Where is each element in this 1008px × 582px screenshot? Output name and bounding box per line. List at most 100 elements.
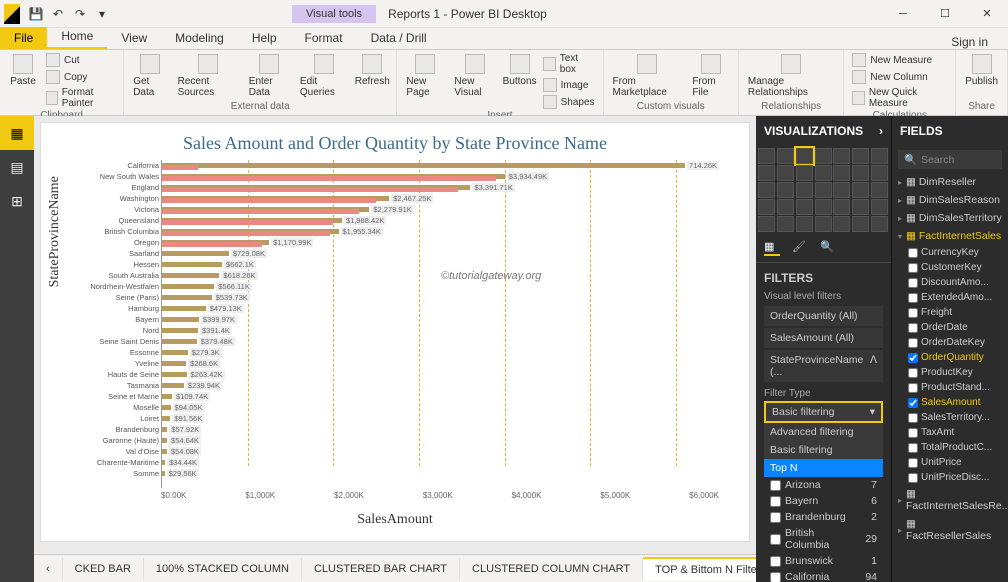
bar-sales[interactable] xyxy=(162,251,229,256)
field-table[interactable]: ▦ DimSalesTerritory xyxy=(892,209,1008,227)
bar-sales[interactable] xyxy=(162,163,685,168)
fields-search-input[interactable]: 🔍 Search xyxy=(898,150,1002,169)
textbox-button[interactable]: Text box xyxy=(541,52,597,76)
viz-type-0[interactable] xyxy=(758,148,775,164)
refresh-button[interactable]: Refresh xyxy=(354,52,390,89)
bar-sales[interactable] xyxy=(162,427,167,432)
filter-value-checkbox[interactable] xyxy=(770,512,781,523)
viz-type-33[interactable] xyxy=(852,216,869,232)
viz-type-20[interactable] xyxy=(871,182,888,198)
viz-type-2[interactable] xyxy=(796,148,813,164)
viz-type-19[interactable] xyxy=(852,182,869,198)
bar-qty[interactable] xyxy=(162,187,458,192)
field-item[interactable]: SalesTerritory... xyxy=(892,410,1008,425)
fields-header[interactable]: FIELDS xyxy=(892,116,1008,146)
save-icon[interactable]: 💾 xyxy=(26,4,46,24)
field-item[interactable]: UnitPriceDisc... xyxy=(892,470,1008,485)
copy-button[interactable]: Copy xyxy=(44,69,117,85)
filter-value-checkbox[interactable] xyxy=(770,534,781,545)
page-tab[interactable]: 100% STACKED COLUMN xyxy=(144,558,302,580)
filter-item[interactable]: SalesAmount (All) xyxy=(764,328,883,348)
field-checkbox[interactable] xyxy=(908,458,918,468)
redo-icon[interactable]: ↷ xyxy=(70,4,90,24)
viz-type-23[interactable] xyxy=(796,199,813,215)
field-item[interactable]: CurrencyKey xyxy=(892,245,1008,260)
get-data-button[interactable]: Get Data xyxy=(130,52,170,100)
bar-sales[interactable] xyxy=(162,306,206,311)
field-checkbox[interactable] xyxy=(908,263,918,273)
field-checkbox[interactable] xyxy=(908,338,918,348)
tab-modeling[interactable]: Modeling xyxy=(161,27,238,49)
viz-type-12[interactable] xyxy=(852,165,869,181)
field-checkbox[interactable] xyxy=(908,293,918,303)
bar-sales[interactable] xyxy=(162,405,171,410)
bar-sales[interactable] xyxy=(162,394,172,399)
viz-type-28[interactable] xyxy=(758,216,775,232)
filter-value-checkbox[interactable] xyxy=(770,556,781,567)
viz-type-5[interactable] xyxy=(852,148,869,164)
viz-type-6[interactable] xyxy=(871,148,888,164)
viz-type-16[interactable] xyxy=(796,182,813,198)
filter-value-row[interactable]: Brandenburg2 xyxy=(764,509,883,525)
field-item[interactable]: DiscountAmo... xyxy=(892,275,1008,290)
report-canvas[interactable]: Sales Amount and Order Quantity by State… xyxy=(34,116,756,582)
field-checkbox[interactable] xyxy=(908,413,918,423)
filter-item[interactable]: StateProvinceName (...ᐱ xyxy=(764,350,883,382)
format-painter-button[interactable]: Format Painter xyxy=(44,86,117,110)
field-checkbox[interactable] xyxy=(908,308,918,318)
field-item[interactable]: TotalProductC... xyxy=(892,440,1008,455)
bar-sales[interactable] xyxy=(162,372,187,377)
filter-value-row[interactable]: Bayern6 xyxy=(764,493,883,509)
report-view-icon[interactable]: ▦ xyxy=(0,116,34,150)
viz-type-24[interactable] xyxy=(815,199,832,215)
bar-sales[interactable] xyxy=(162,471,165,476)
qa-dropdown[interactable]: ▾ xyxy=(92,4,112,24)
field-checkbox[interactable] xyxy=(908,368,918,378)
viz-type-9[interactable] xyxy=(796,165,813,181)
filter-value-row[interactable]: California94 xyxy=(764,569,883,582)
maximize-icon[interactable]: ☐ xyxy=(924,0,966,28)
viz-type-18[interactable] xyxy=(833,182,850,198)
visualizations-header[interactable]: VISUALIZATIONS› xyxy=(756,116,891,146)
page-nav-prev[interactable]: ‹ xyxy=(34,558,63,580)
filter-value-row[interactable]: British Columbia29 xyxy=(764,525,883,553)
data-view-icon[interactable]: ▤ xyxy=(0,150,34,184)
field-table[interactable]: ▦ DimSalesReason xyxy=(892,191,1008,209)
viz-type-34[interactable] xyxy=(871,216,888,232)
viz-type-25[interactable] xyxy=(833,199,850,215)
bar-sales[interactable] xyxy=(162,317,199,322)
field-checkbox[interactable] xyxy=(908,443,918,453)
bar-qty[interactable] xyxy=(162,165,198,170)
field-checkbox[interactable] xyxy=(908,323,918,333)
chevron-down-icon[interactable]: ▾ xyxy=(870,406,875,418)
filter-item[interactable]: OrderQuantity (All) xyxy=(764,306,883,326)
new-column-button[interactable]: New Column xyxy=(850,69,949,85)
new-quick-measure-button[interactable]: New Quick Measure xyxy=(850,86,949,110)
bar-sales[interactable] xyxy=(162,284,214,289)
viz-type-31[interactable] xyxy=(815,216,832,232)
bar-qty[interactable] xyxy=(162,176,496,181)
bar-sales[interactable] xyxy=(162,295,212,300)
viz-type-30[interactable] xyxy=(796,216,813,232)
field-item[interactable]: OrderDateKey xyxy=(892,335,1008,350)
from-marketplace-button[interactable]: From Marketplace xyxy=(610,52,686,100)
bar-sales[interactable] xyxy=(162,262,222,267)
new-measure-button[interactable]: New Measure xyxy=(850,52,949,68)
field-item[interactable]: CustomerKey xyxy=(892,260,1008,275)
bar-qty[interactable] xyxy=(162,231,330,236)
bar-sales[interactable] xyxy=(162,416,170,421)
viz-type-27[interactable] xyxy=(871,199,888,215)
field-table[interactable]: ▦ FactInternetSales xyxy=(892,227,1008,245)
viz-type-29[interactable] xyxy=(777,216,794,232)
field-item[interactable]: ProductStand... xyxy=(892,380,1008,395)
field-item[interactable]: ExtendedAmo... xyxy=(892,290,1008,305)
field-checkbox[interactable] xyxy=(908,428,918,438)
viz-type-32[interactable] xyxy=(833,216,850,232)
chevron-right-icon[interactable]: › xyxy=(879,124,883,138)
buttons-button[interactable]: Buttons xyxy=(503,52,537,89)
field-checkbox[interactable] xyxy=(908,353,918,363)
from-file-button[interactable]: From File xyxy=(689,52,732,100)
new-page-button[interactable]: New Page xyxy=(403,52,447,100)
viz-type-11[interactable] xyxy=(833,165,850,181)
new-visual-button[interactable]: New Visual xyxy=(451,52,498,100)
